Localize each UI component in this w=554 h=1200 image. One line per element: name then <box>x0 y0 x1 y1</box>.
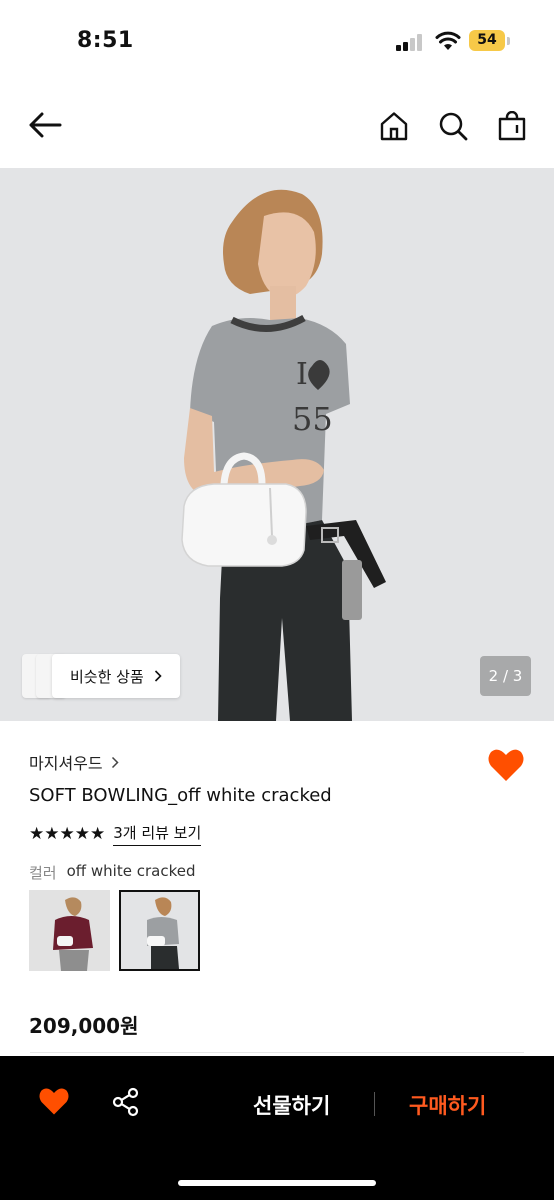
price: 209,000원 <box>29 1014 139 1038</box>
divider <box>374 1092 375 1116</box>
rating-row: ★★★★★ 3개 리뷰 보기 <box>29 822 202 846</box>
battery-icon: 54 <box>469 30 505 51</box>
home-icon[interactable] <box>374 106 414 146</box>
brand-link[interactable]: 마지셔우드 <box>29 750 119 774</box>
color-value: off white cracked <box>66 862 196 880</box>
divider <box>30 1052 524 1053</box>
swatch-image <box>121 892 198 969</box>
product-name: SOFT BOWLING_off white cracked <box>29 785 332 806</box>
search-icon[interactable] <box>433 106 473 146</box>
wifi-icon <box>435 31 461 50</box>
share-icon[interactable] <box>111 1087 141 1117</box>
chevron-right-icon <box>111 756 119 768</box>
home-indicator <box>178 1180 376 1186</box>
heart-icon[interactable] <box>38 1086 70 1116</box>
heart-icon[interactable] <box>487 747 525 783</box>
color-row: 컬러 off white cracked <box>29 862 195 883</box>
svg-text:55: 55 <box>292 400 333 438</box>
similar-products-button[interactable]: 비슷한 상품 <box>52 654 180 698</box>
brand-name: 마지셔우드 <box>29 754 103 773</box>
gift-button[interactable]: 선물하기 <box>253 1090 330 1120</box>
similar-products-label: 비슷한 상품 <box>70 667 144 686</box>
top-nav <box>0 90 554 165</box>
color-swatch[interactable] <box>29 890 110 971</box>
swatch-image <box>29 890 110 971</box>
status-bar: 8:51 54 <box>0 0 554 84</box>
model-photo: I 55 <box>0 168 554 721</box>
color-label: 컬러 <box>29 864 57 882</box>
status-time: 8:51 <box>77 28 134 53</box>
back-arrow-icon[interactable] <box>25 105 65 145</box>
review-link[interactable]: 3개 리뷰 보기 <box>113 822 202 846</box>
rating-stars: ★★★★★ <box>29 824 106 844</box>
buy-button[interactable]: 구매하기 <box>409 1090 486 1120</box>
svg-text:I: I <box>296 357 308 392</box>
signal-icon <box>396 33 424 51</box>
battery-tip <box>507 37 510 45</box>
image-page-indicator: 2 / 3 <box>480 656 531 696</box>
color-swatch-selected[interactable] <box>119 890 200 971</box>
product-image[interactable]: I 55 비슷한 상품 2 / 3 <box>0 168 554 721</box>
bottom-action-bar: 선물하기 구매하기 <box>0 1056 554 1200</box>
shopping-bag-icon[interactable] <box>492 106 532 146</box>
chevron-right-icon <box>154 670 162 682</box>
